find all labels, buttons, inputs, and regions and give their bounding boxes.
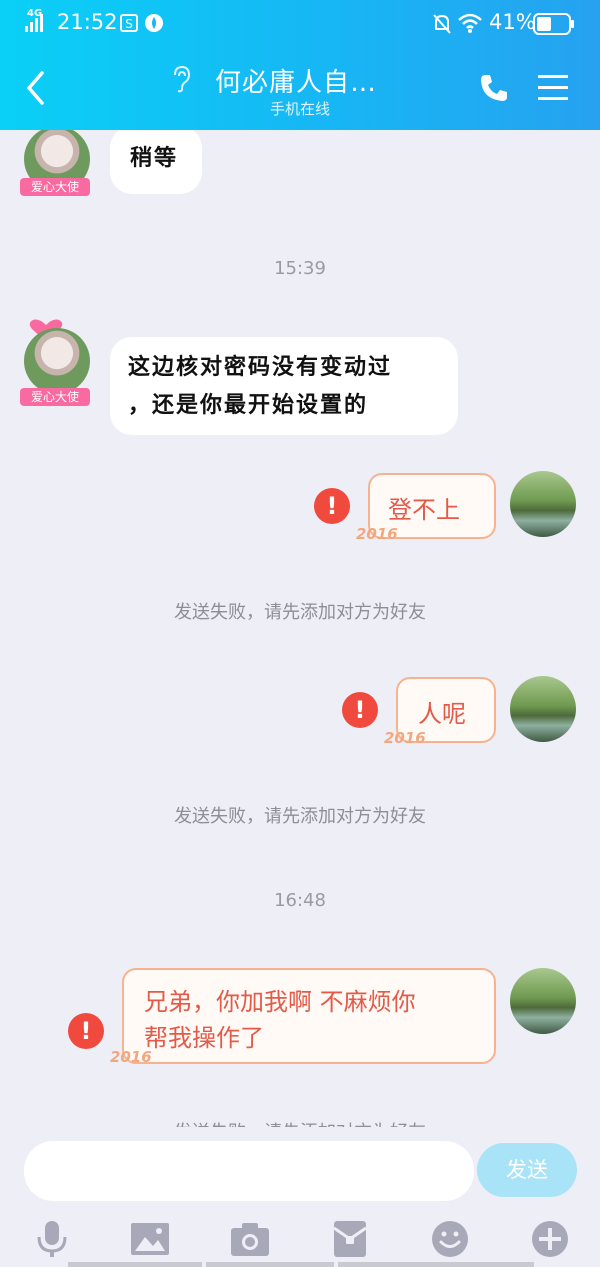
battery-percent: 41% — [489, 10, 536, 34]
chat-title[interactable]: 何必庸人自… — [215, 62, 377, 99]
message-bubble[interactable]: 兄弟，你加我啊 不麻烦你 帮我操作了 — [122, 968, 496, 1064]
contact-avatar[interactable] — [24, 328, 90, 394]
my-avatar[interactable] — [510, 676, 576, 742]
notify-app-icon — [145, 14, 163, 32]
message-text-line: 这边核对密码没有变动过 — [128, 355, 393, 380]
avatar-badge: 爱心大使 — [20, 388, 90, 406]
battery-icon — [533, 13, 574, 35]
message-text-line: 帮我操作了 — [144, 1024, 264, 1052]
send-failed-notice: 发送失败，请先添加对方为好友 — [0, 1118, 600, 1127]
network-type: 4G — [27, 8, 43, 19]
send-failed-icon[interactable]: ! — [314, 488, 350, 524]
send-button[interactable]: 发送 — [477, 1143, 577, 1197]
message-list[interactable]: 爱心大使 稍等 15:39 爱心大使 这边核对密码没有变动过 ，还是你最开始设置… — [0, 130, 600, 1127]
my-avatar[interactable] — [510, 471, 576, 537]
message-text: 登不上 — [388, 496, 460, 524]
ear-icon[interactable] — [170, 65, 192, 93]
tab-indicator — [206, 1262, 334, 1267]
notify-s-icon: S — [120, 14, 138, 32]
status-time: 21:52 — [57, 10, 118, 34]
timestamp: 15:39 — [274, 258, 326, 279]
bubble-decoration: 2016 — [110, 1048, 152, 1066]
status-bar: 4G 21:52 S 41% — [0, 0, 600, 48]
emoji-icon[interactable] — [430, 1219, 470, 1259]
mute-icon — [433, 14, 451, 34]
image-icon[interactable] — [130, 1219, 170, 1259]
mic-icon[interactable] — [32, 1219, 72, 1259]
send-failed-icon[interactable]: ! — [342, 692, 378, 728]
wifi-icon — [458, 13, 482, 33]
message-text-line: ，还是你最开始设置的 — [128, 393, 369, 418]
svg-text:S: S — [125, 17, 133, 31]
message-bubble[interactable]: 稍等 — [110, 130, 202, 194]
chat-header: 4G 21:52 S 41% 何必庸人自… 手机在线 — [0, 0, 600, 130]
menu-icon[interactable] — [537, 73, 569, 103]
bubble-decoration: 2016 — [384, 729, 426, 747]
plus-icon[interactable] — [530, 1219, 570, 1259]
message-text-line: 兄弟，你加我啊 不麻烦你 — [144, 988, 416, 1016]
message-input[interactable] — [24, 1141, 474, 1201]
camera-icon[interactable] — [230, 1219, 270, 1259]
phone-icon[interactable] — [478, 72, 510, 104]
avatar-badge: 爱心大使 — [20, 178, 90, 196]
timestamp: 16:48 — [274, 890, 326, 911]
send-failed-icon[interactable]: ! — [68, 1013, 104, 1049]
input-panel: 发送 — [0, 1127, 600, 1267]
bubble-decoration: 2016 — [356, 525, 398, 543]
message-bubble[interactable]: 这边核对密码没有变动过 ，还是你最开始设置的 — [110, 337, 458, 435]
send-failed-notice: 发送失败，请先添加对方为好友 — [174, 806, 426, 827]
my-avatar[interactable] — [510, 968, 576, 1034]
red-packet-icon[interactable] — [330, 1219, 370, 1259]
message-text: 人呢 — [418, 700, 466, 728]
tab-indicator — [338, 1262, 534, 1267]
send-failed-notice: 发送失败，请先添加对方为好友 — [174, 602, 426, 623]
message-text: 稍等 — [130, 146, 179, 171]
tab-indicator — [68, 1262, 202, 1267]
online-status: 手机在线 — [269, 100, 330, 118]
